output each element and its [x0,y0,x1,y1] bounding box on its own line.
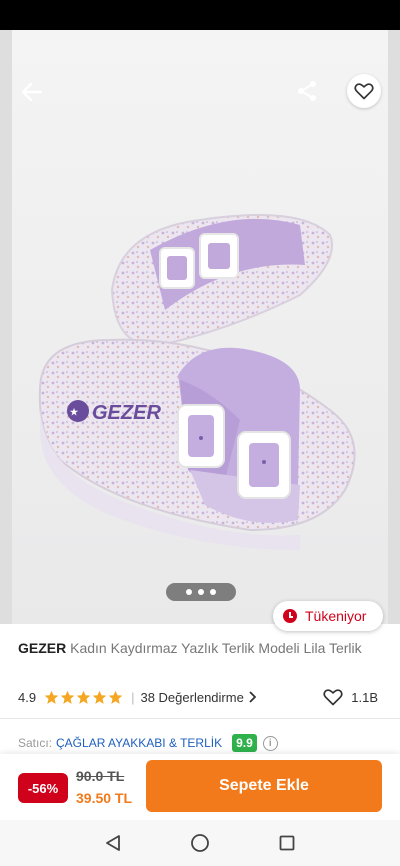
product-name: Kadın Kaydırmaz Yazlık Terlik Modeli Lil… [70,640,362,656]
star-icon [44,690,59,704]
seller-label: Satıcı: [18,736,53,750]
brand-logo: ★ GEZER [67,400,161,424]
star-icon [108,690,123,704]
add-to-cart-button[interactable]: Sepete Ekle [146,760,382,812]
rating-stars [44,690,123,705]
low-stock-badge: Tükeniyor [273,601,383,631]
product-title: GEZER Kadın Kaydırmaz Yazlık Terlik Mode… [18,639,378,657]
separator: | [131,689,135,705]
seller-score-badge: 9.9 [232,734,257,752]
star-icon [60,690,75,704]
share-button[interactable] [290,76,324,106]
arrow-left-icon [21,82,43,102]
rating-row: 4.9 | 38 Değerlendirme 1.1B [18,687,382,707]
divider [0,718,400,719]
pager-dot [198,589,204,595]
info-icon[interactable]: i [262,735,278,751]
favorite-button[interactable] [347,74,381,108]
back-triangle-icon [106,835,121,851]
likes-counter[interactable]: 1.1B [323,687,378,707]
low-stock-label: Tükeniyor [305,608,367,624]
gallery-pager[interactable] [166,583,236,601]
nav-recents-button[interactable] [272,828,302,858]
home-circle-icon [191,834,209,852]
back-button[interactable] [16,78,48,106]
pager-dot [186,589,192,595]
recents-square-icon [279,835,295,851]
seller-row: Satıcı: ÇAĞLAR AYAKKABI & TERLİK 9.9 i [18,733,278,753]
star-icon [92,690,107,704]
chevron-right-icon [249,691,256,703]
reviews-count: 38 Değerlendirme [140,689,244,705]
nav-back-button[interactable] [98,828,128,858]
heart-outline-icon [354,83,374,100]
current-price: 39.50 TL [76,790,133,806]
svg-text:GEZER: GEZER [92,402,161,424]
pager-dot [210,589,216,595]
likes-count: 1.1B [351,689,378,705]
clock-icon [283,609,297,623]
buy-bar: -56% 90.0 TL 39.50 TL Sepete Ekle [0,754,400,820]
svg-text:★: ★ [70,407,79,417]
share-icon [298,81,316,101]
product-photo: ★ GEZER [0,30,400,624]
status-bar [0,0,400,30]
product-image-gallery[interactable]: ★ GEZER [0,30,400,624]
rating-value: 4.9 [18,689,37,705]
heart-outline-icon [323,689,343,706]
system-nav-bar [0,820,400,866]
old-price: 90.0 TL [76,768,125,784]
seller-name-link[interactable]: ÇAĞLAR AYAKKABI & TERLİK [56,736,222,750]
discount-badge: -56% [18,773,68,803]
product-brand[interactable]: GEZER [18,640,66,656]
star-icon [76,690,91,704]
reviews-link[interactable]: 38 Değerlendirme [140,689,256,705]
nav-home-button[interactable] [185,828,215,858]
